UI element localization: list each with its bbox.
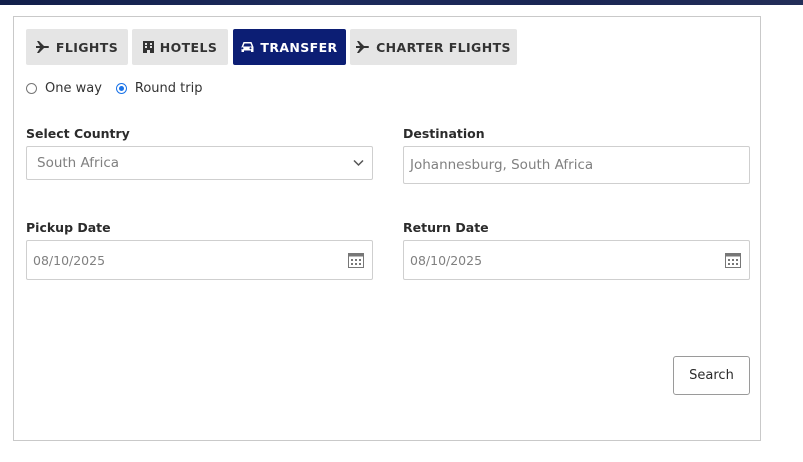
search-button[interactable]: Search (673, 356, 750, 395)
country-label: Select Country (26, 126, 130, 141)
tab-transfer-label: TRANSFER (260, 39, 338, 55)
trip-type-group: One way Round trip (26, 81, 202, 96)
return-date-input[interactable]: 08/10/2025 (403, 240, 750, 280)
radio-one-way-label[interactable]: One way (45, 81, 102, 96)
calendar-icon[interactable] (348, 252, 364, 268)
booking-panel: FLIGHTS HOTELS TRANSFER CHARTER FLIGHTS … (13, 16, 761, 441)
return-date-value: 08/10/2025 (410, 252, 483, 268)
pickup-date-label: Pickup Date (26, 220, 111, 235)
return-date-label: Return Date (403, 220, 489, 235)
plane-icon (356, 41, 370, 53)
pickup-date-value: 08/10/2025 (33, 252, 106, 268)
tab-hotels[interactable]: HOTELS (132, 29, 228, 65)
radio-round-trip[interactable] (115, 83, 127, 94)
pickup-date-input[interactable]: 08/10/2025 (26, 240, 373, 280)
destination-input[interactable]: Johannesburg, South Africa (403, 146, 750, 184)
tab-charter-flights[interactable]: CHARTER FLIGHTS (350, 29, 517, 65)
hotel-icon (142, 41, 154, 53)
plane-icon (35, 41, 50, 53)
destination-label: Destination (403, 126, 485, 141)
calendar-icon[interactable] (725, 252, 741, 268)
destination-input-value: Johannesburg, South Africa (410, 157, 594, 173)
car-icon (241, 41, 254, 53)
tab-transfer[interactable]: TRANSFER (233, 29, 346, 65)
country-select-value: South Africa (37, 155, 120, 171)
radio-one-way[interactable] (26, 83, 37, 94)
chevron-down-icon (353, 159, 364, 167)
radio-round-trip-label[interactable]: Round trip (135, 81, 203, 96)
top-banner-strip (0, 0, 803, 5)
tab-flights-label: FLIGHTS (55, 39, 119, 55)
tab-flights[interactable]: FLIGHTS (26, 29, 128, 65)
tab-hotels-label: HOTELS (159, 39, 218, 55)
country-select[interactable]: South Africa (26, 146, 373, 180)
tab-charter-flights-label: CHARTER FLIGHTS (376, 39, 511, 55)
